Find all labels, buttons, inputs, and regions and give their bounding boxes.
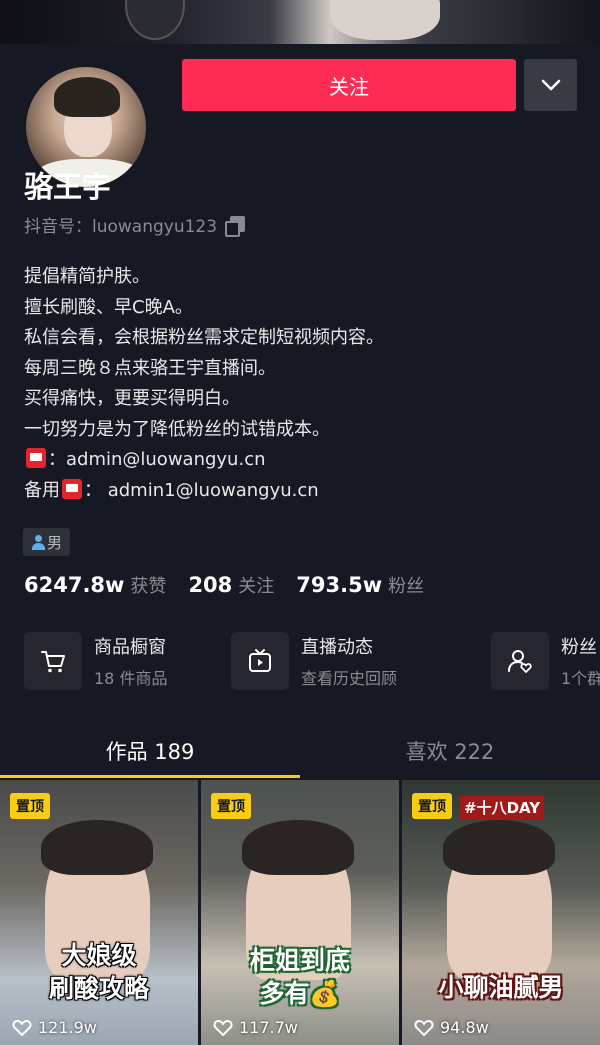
video-grid: 置顶 大娘级 刷酸攻略 121.9w 置顶 柜姐到底 多有💰 117.7w 置顶…	[0, 780, 600, 1045]
chevron-down-icon	[541, 79, 560, 91]
video-thumbnail[interactable]: 置顶 大娘级 刷酸攻略 121.9w	[0, 780, 198, 1045]
pinned-badge: 置顶	[10, 793, 50, 819]
tab-works[interactable]: 作品 189	[0, 724, 300, 778]
likes-count: 121.9w	[38, 1018, 97, 1037]
bio-line: 一切努力是为了降低粉丝的试错成本。	[24, 418, 330, 440]
pinned-badge: 置顶	[211, 793, 251, 819]
stat-following[interactable]: 208 关注	[188, 572, 274, 598]
bio-line: 擅长刷酸、早C晚A。	[24, 296, 193, 318]
stat-value: 6247.8w	[24, 573, 125, 597]
gender-label: 男	[47, 533, 63, 552]
stat-label: 获赞	[130, 576, 167, 597]
video-caption: 刷酸攻略	[48, 974, 149, 1003]
heart-icon	[414, 1019, 434, 1036]
mailbox-icon	[26, 448, 46, 468]
banner-decoration	[125, 0, 185, 40]
content-tabs: 作品 189 喜欢 222	[0, 724, 600, 778]
feature-row: 商品橱窗 18 件商品 直播动态 查看历史回顾 粉丝 1个群	[24, 632, 600, 692]
profile-section: 关注 骆王宇 抖音号：luowangyu123 提倡精简护肤。 擅长刷酸、早C晚…	[0, 44, 600, 1045]
stat-value: 793.5w	[296, 573, 383, 597]
follow-button[interactable]: 关注	[182, 59, 516, 111]
person-icon	[31, 534, 45, 550]
backup-label: 备用	[24, 479, 60, 501]
video-likes: 94.8w	[414, 1018, 489, 1037]
video-caption: 多有💰	[259, 979, 341, 1008]
stat-label: 关注	[238, 576, 275, 597]
bio-line: 提倡精简护肤。	[24, 266, 150, 287]
feature-fans-group[interactable]: 粉丝 1个群	[491, 632, 600, 690]
gender-tag: 男	[23, 528, 71, 556]
bio-line: 每周三晚８点来骆王宇直播间。	[24, 357, 276, 379]
backup-email-line: 备用 ： admin1@luowangyu.cn	[24, 476, 384, 507]
video-caption: 小聊油腻男	[438, 973, 564, 1002]
pinned-badge: 置顶	[412, 793, 452, 819]
likes-count: 94.8w	[440, 1018, 489, 1037]
video-caption: 柜姐到底	[249, 946, 350, 975]
active-tab-indicator	[0, 775, 300, 778]
stat-followers[interactable]: 793.5w 粉丝	[296, 572, 424, 598]
bio-line: 买得痛快，更要买得明白。	[24, 388, 240, 409]
tab-likes[interactable]: 喜欢 222	[300, 724, 600, 778]
email-line: ：admin@luowangyu.cn	[24, 445, 384, 476]
video-thumbnail[interactable]: 置顶 #十八DAY 小聊油腻男 94.8w	[402, 780, 600, 1045]
likes-count: 117.7w	[239, 1018, 298, 1037]
douyin-id-text: 抖音号：luowangyu123	[24, 217, 218, 237]
video-thumbnail[interactable]: 置顶 柜姐到底 多有💰 117.7w	[201, 780, 399, 1045]
live-tv-icon	[231, 632, 289, 690]
fans-group-icon	[491, 632, 549, 690]
feature-subtitle: 18 件商品	[94, 669, 168, 688]
video-likes: 121.9w	[12, 1018, 97, 1037]
feature-subtitle: 1个群	[561, 669, 600, 688]
feature-shop-window[interactable]: 商品橱窗 18 件商品	[24, 632, 167, 690]
more-options-button[interactable]	[524, 59, 577, 111]
profile-bio: 提倡精简护肤。 擅长刷酸、早C晚A。 私信会看，会根据粉丝需求定制短视频内容。 …	[24, 262, 384, 506]
video-overlay-title: #十八DAY	[460, 796, 545, 819]
copy-icon[interactable]	[225, 216, 246, 237]
heart-icon	[12, 1019, 32, 1036]
feature-subtitle: 查看历史回顾	[301, 669, 398, 688]
thumbnail-person	[443, 820, 555, 980]
banner-decoration	[330, 0, 440, 40]
heart-icon	[213, 1019, 233, 1036]
backup-email-text: ： admin1@luowangyu.cn	[84, 479, 319, 501]
avatar-hair	[54, 77, 120, 117]
profile-name: 骆王宇	[24, 170, 112, 204]
mailbox-icon	[62, 478, 82, 499]
stat-likes: 6247.8w 获赞	[24, 572, 166, 598]
feature-title: 粉丝	[561, 637, 597, 658]
cart-icon	[24, 632, 82, 690]
stat-value: 208	[188, 573, 233, 597]
profile-stats: 6247.8w 获赞 208 关注 793.5w 粉丝	[24, 572, 424, 598]
douyin-id: 抖音号：luowangyu123	[24, 212, 246, 237]
video-caption: 大娘级	[61, 941, 137, 970]
bio-line: 私信会看，会根据粉丝需求定制短视频内容。	[24, 327, 384, 348]
feature-live-updates[interactable]: 直播动态 查看历史回顾	[231, 632, 397, 690]
email-prefix: ：	[48, 449, 66, 470]
video-likes: 117.7w	[213, 1018, 298, 1037]
email-text: admin@luowangyu.cn	[66, 449, 266, 470]
profile-banner	[0, 0, 600, 46]
feature-title: 直播动态	[301, 637, 373, 658]
feature-title: 商品橱窗	[94, 637, 166, 658]
stat-label: 粉丝	[388, 576, 425, 597]
